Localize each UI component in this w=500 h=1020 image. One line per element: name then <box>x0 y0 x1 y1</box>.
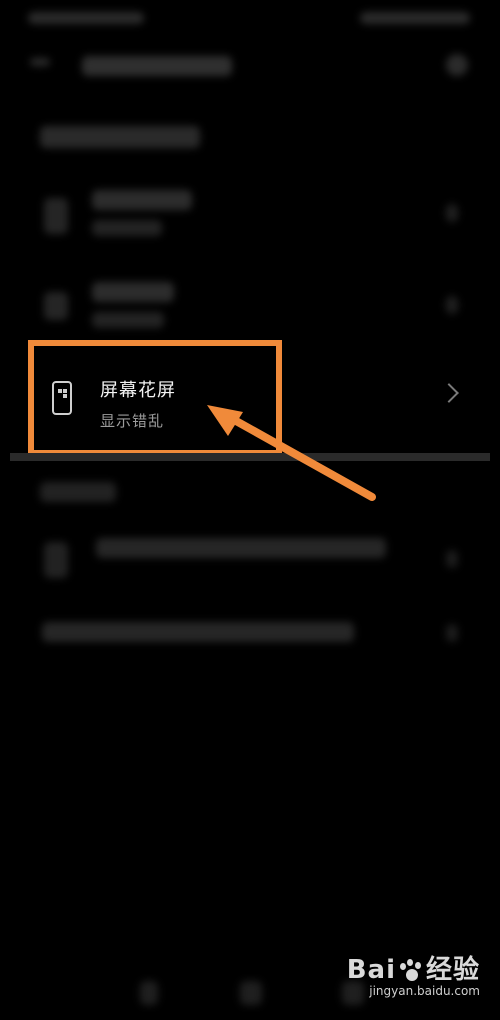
watermark-brand-right: 经验 <box>425 955 480 985</box>
list-item[interactable] <box>0 594 500 682</box>
watermark-brand-left: Bai <box>346 955 396 985</box>
annotation-arrow <box>207 405 376 501</box>
paw-logo-icon <box>398 958 424 983</box>
section-heading <box>40 482 116 502</box>
nav-home-icon[interactable] <box>240 981 262 1005</box>
nav-back-icon[interactable] <box>140 981 158 1005</box>
watermark-url: jingyan.baidu.com <box>369 984 480 998</box>
watermark: Bai 经验 jingyan.baidu.com <box>347 949 480 998</box>
